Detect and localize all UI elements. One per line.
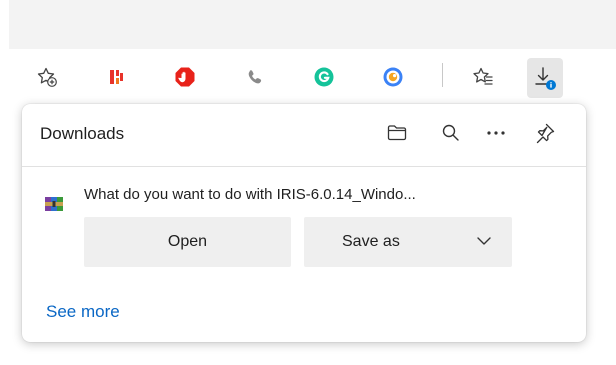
save-as-button[interactable]: Save as xyxy=(304,217,512,267)
see-more-link[interactable]: See more xyxy=(46,302,120,322)
downloads-panel: Downloads What do you want to do with IR… xyxy=(22,104,586,342)
add-favorite-icon[interactable] xyxy=(30,60,64,94)
toolbar-separator xyxy=(442,63,443,87)
chevron-down-icon[interactable] xyxy=(476,235,492,247)
extension-red-icon[interactable] xyxy=(100,60,134,94)
phone-icon[interactable] xyxy=(238,60,272,94)
adblock-icon[interactable] xyxy=(168,60,202,94)
open-button-label: Open xyxy=(167,233,208,250)
pin-icon[interactable] xyxy=(530,118,560,148)
archive-file-icon xyxy=(44,194,64,214)
extension-blue-icon[interactable] xyxy=(376,60,410,94)
download-prompt-message: What do you want to do with IRIS-6.0.14_… xyxy=(84,186,416,203)
folder-icon[interactable] xyxy=(382,118,412,148)
open-button[interactable]: Open xyxy=(84,217,291,267)
favorites-icon[interactable] xyxy=(466,60,500,94)
panel-title: Downloads xyxy=(40,124,125,143)
more-options-icon[interactable] xyxy=(481,118,511,148)
save-as-button-label: Save as xyxy=(342,233,400,250)
downloads-icon[interactable] xyxy=(527,58,563,98)
grammarly-icon[interactable] xyxy=(307,60,341,94)
header-divider xyxy=(22,166,586,167)
search-icon[interactable] xyxy=(436,118,466,148)
tab-strip xyxy=(9,0,616,49)
